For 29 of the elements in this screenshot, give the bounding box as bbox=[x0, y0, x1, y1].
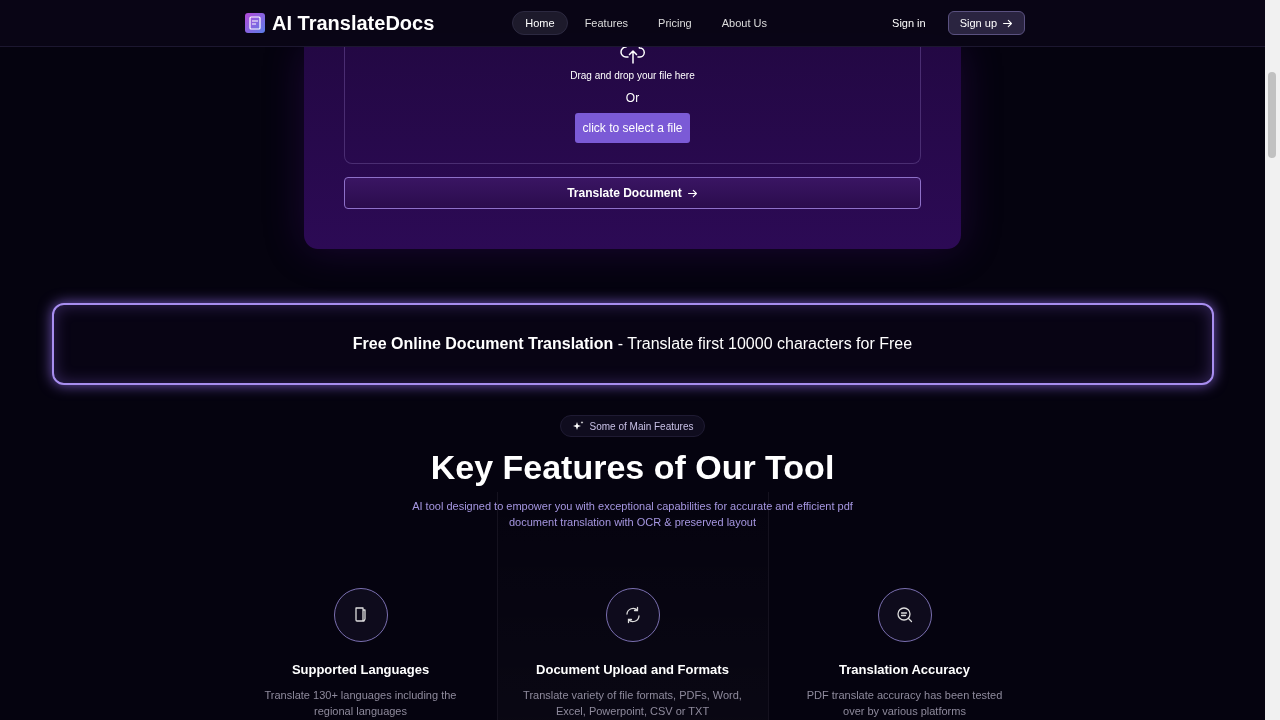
feature-title: Translation Accuracy bbox=[839, 661, 970, 677]
drop-hint: Drag and drop your file here bbox=[570, 70, 695, 81]
feature-description: PDF translate accuracy has been tested over by various platforms bbox=[805, 687, 1004, 719]
scrollbar-thumb[interactable] bbox=[1268, 72, 1276, 158]
section-title: Key Features of Our Tool bbox=[430, 447, 835, 488]
translate-button[interactable]: Translate Document bbox=[344, 177, 921, 209]
cloud-upload-icon bbox=[618, 47, 647, 65]
search-icon bbox=[894, 604, 915, 625]
logo-icon bbox=[244, 12, 266, 34]
badge-text: Some of Main Features bbox=[589, 420, 694, 432]
feature-title: Supported Languages bbox=[291, 661, 430, 677]
select-file-button[interactable]: click to select a file bbox=[575, 113, 690, 143]
nav-link[interactable]: About Us bbox=[708, 11, 780, 35]
feature-title: Document Upload and Formats bbox=[536, 661, 729, 677]
nav-link[interactable]: Pricing bbox=[645, 11, 705, 35]
scrollbar[interactable] bbox=[1265, 0, 1280, 720]
sign-up-button[interactable]: Sign up bbox=[947, 11, 1025, 35]
feature-description: Translate variety of file formats, PDFs, Word, Excel, Powerpoint, CSV or TXT bbox=[522, 687, 743, 719]
arrow-right-icon bbox=[686, 187, 698, 199]
or-label: Or bbox=[625, 91, 640, 105]
section-subtitle: AI tool designed to empower you with exceptional capabilities for accurate and efficient pdf document translation with OCR & preserved layout bbox=[411, 498, 854, 530]
sign-in-link[interactable]: Sign in bbox=[886, 16, 932, 30]
nav-link[interactable]: Features bbox=[571, 11, 642, 35]
promo-text: Free Online Document Translation - Translate first 10000 characters for Free bbox=[352, 335, 913, 353]
nav-link[interactable]: Home bbox=[512, 11, 568, 35]
feature-description: Translate 130+ languages including the regional languages bbox=[263, 687, 458, 719]
logo-text[interactable]: AI TranslateDocs bbox=[272, 11, 435, 35]
arrow-right-icon bbox=[1002, 17, 1013, 29]
drop-zone[interactable]: Drag and drop your file here Or click to select a file bbox=[344, 47, 921, 164]
